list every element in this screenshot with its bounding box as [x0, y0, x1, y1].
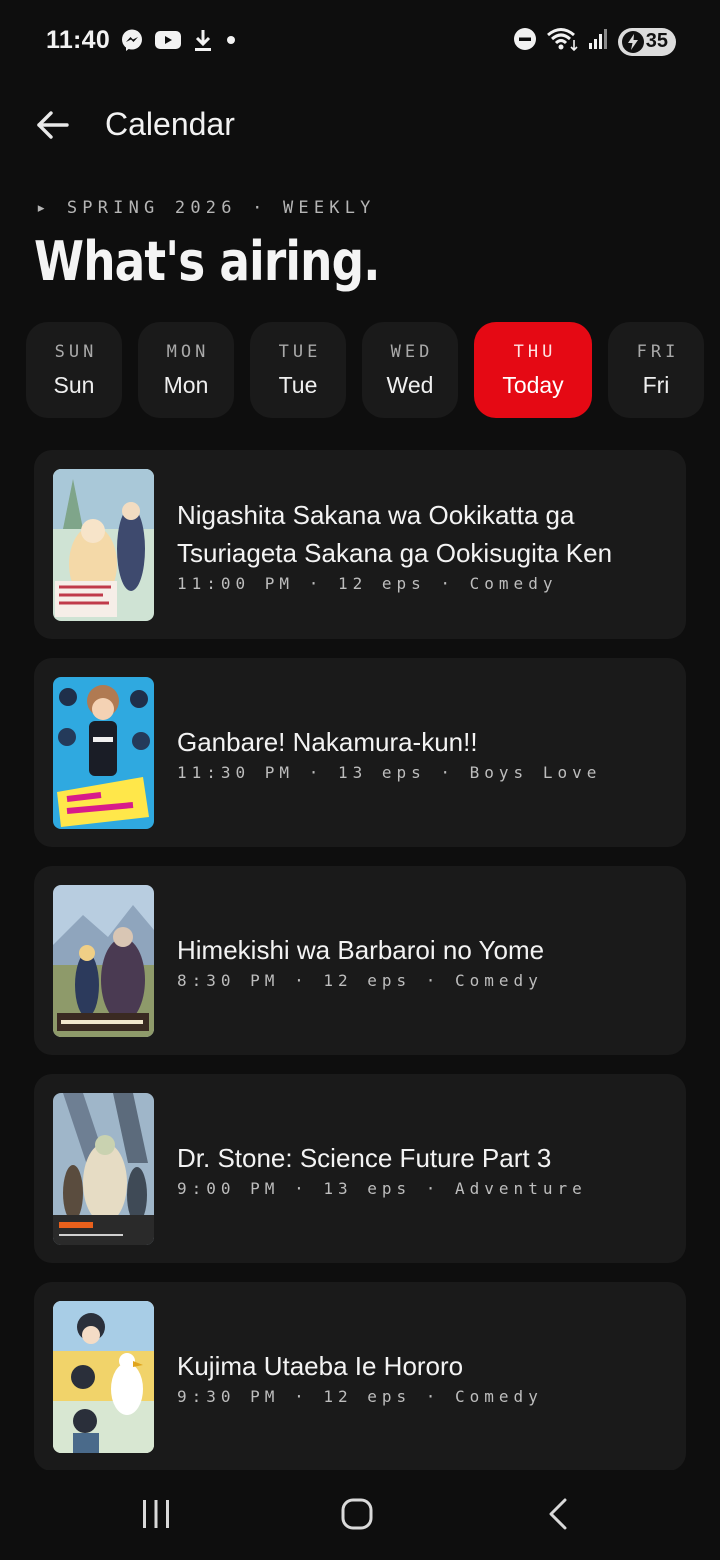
show-title: Ganbare! Nakamura-kun!! [177, 727, 478, 757]
day-name: Sun [53, 371, 95, 398]
show-info: Dr. Stone: Science Future Part 3 9:00 PM… [177, 1074, 666, 1263]
show-meta: 11:30 PM · 13 eps · Boys Love [177, 763, 602, 782]
show-meta: 9:00 PM · 13 eps · Adventure [177, 1179, 587, 1198]
show-info: Himekishi wa Barbaroi no Yome 8:30 PM · … [177, 866, 666, 1055]
recent-apps-icon [143, 1500, 169, 1528]
charging-bolt-icon [621, 30, 644, 53]
show-card[interactable]: Kujima Utaeba Ie Hororo 9:30 PM · 12 eps… [34, 1282, 686, 1471]
day-abbr: FRI [636, 341, 680, 362]
day-name: Today [502, 371, 564, 398]
season-label: ▸ SPRING 2026 · WEEKLY [36, 198, 376, 218]
show-info: Kujima Utaeba Ie Hororo 9:30 PM · 12 eps… [177, 1282, 666, 1471]
dot-icon [224, 33, 238, 52]
page-title: Calendar [105, 106, 235, 142]
show-title: Kujima Utaeba Ie Hororo [177, 1351, 464, 1381]
poster-image [53, 885, 154, 1037]
wifi-icon [546, 26, 580, 57]
show-card[interactable]: Nigashita Sakana wa Ookikatta ga Tsuriag… [34, 450, 686, 639]
poster-image [53, 1301, 154, 1453]
download-icon [192, 28, 214, 57]
status-system-icons: 35 [512, 26, 676, 57]
day-name: Tue [278, 371, 318, 398]
tab-sun[interactable]: SUN Sun [26, 322, 122, 418]
tab-tue[interactable]: TUE Tue [250, 322, 346, 418]
show-card[interactable]: Ganbare! Nakamura-kun!! 11:30 PM · 13 ep… [34, 658, 686, 847]
poster-image [53, 469, 154, 621]
day-abbr: TUE [278, 341, 322, 362]
day-name: Wed [386, 371, 434, 398]
app-bar: Calendar [0, 92, 720, 156]
show-card[interactable]: Himekishi wa Barbaroi no Yome 8:30 PM · … [34, 866, 686, 1055]
status-notification-icons [120, 28, 238, 57]
headline: What's airing. [34, 230, 380, 293]
day-abbr: THU [513, 341, 557, 362]
status-bar: 11:40 35 [0, 0, 720, 84]
calendar-screen: 11:40 35 Calendar ▸ SPRING 2026 · WEEKLY… [0, 0, 720, 1560]
show-title: Dr. Stone: Science Future Part 3 [177, 1143, 552, 1173]
poster-image [53, 1093, 154, 1245]
show-title: Himekishi wa Barbaroi no Yome [177, 935, 545, 965]
back-nav-icon [549, 1498, 567, 1530]
day-abbr: WED [390, 341, 434, 362]
battery-icon: 35 [617, 27, 676, 56]
home-icon [341, 1498, 373, 1530]
show-info: Nigashita Sakana wa Ookikatta ga Tsuriag… [177, 450, 666, 639]
messenger-icon [120, 28, 144, 57]
day-abbr: SUN [54, 341, 98, 362]
status-time: 11:40 [46, 26, 111, 54]
back-nav-button[interactable] [528, 1492, 588, 1536]
back-button[interactable] [26, 98, 80, 152]
battery-level: 35 [645, 30, 668, 52]
show-title: Nigashita Sakana wa Ookikatta ga Tsuriag… [177, 500, 613, 568]
show-meta: 8:30 PM · 12 eps · Comedy [177, 971, 543, 990]
system-nav-bar [0, 1470, 720, 1560]
day-abbr: MON [166, 341, 210, 362]
poster-image [53, 677, 154, 829]
tab-fri[interactable]: FRI Fri [608, 322, 704, 418]
show-meta: 9:30 PM · 12 eps · Comedy [177, 1387, 543, 1406]
show-list: Nigashita Sakana wa Ookikatta ga Tsuriag… [34, 450, 686, 1490]
do-not-disturb-icon [512, 26, 538, 57]
show-meta: 11:00 PM · 12 eps · Comedy [177, 574, 558, 593]
youtube-icon [154, 29, 182, 56]
day-tabs: SUN Sun MON Mon TUE Tue WED Wed THU Toda… [26, 322, 720, 420]
signal-icon [588, 27, 610, 56]
recent-apps-button[interactable] [126, 1492, 186, 1536]
tab-mon[interactable]: MON Mon [138, 322, 234, 418]
show-info: Ganbare! Nakamura-kun!! 11:30 PM · 13 ep… [177, 658, 666, 847]
show-card[interactable]: Dr. Stone: Science Future Part 3 9:00 PM… [34, 1074, 686, 1263]
home-button[interactable] [327, 1492, 387, 1536]
arrow-left-icon [37, 111, 69, 139]
day-name: Mon [163, 371, 209, 398]
tab-wed[interactable]: WED Wed [362, 322, 458, 418]
tab-thu-today[interactable]: THU Today [474, 322, 592, 418]
day-name: Fri [642, 371, 670, 398]
